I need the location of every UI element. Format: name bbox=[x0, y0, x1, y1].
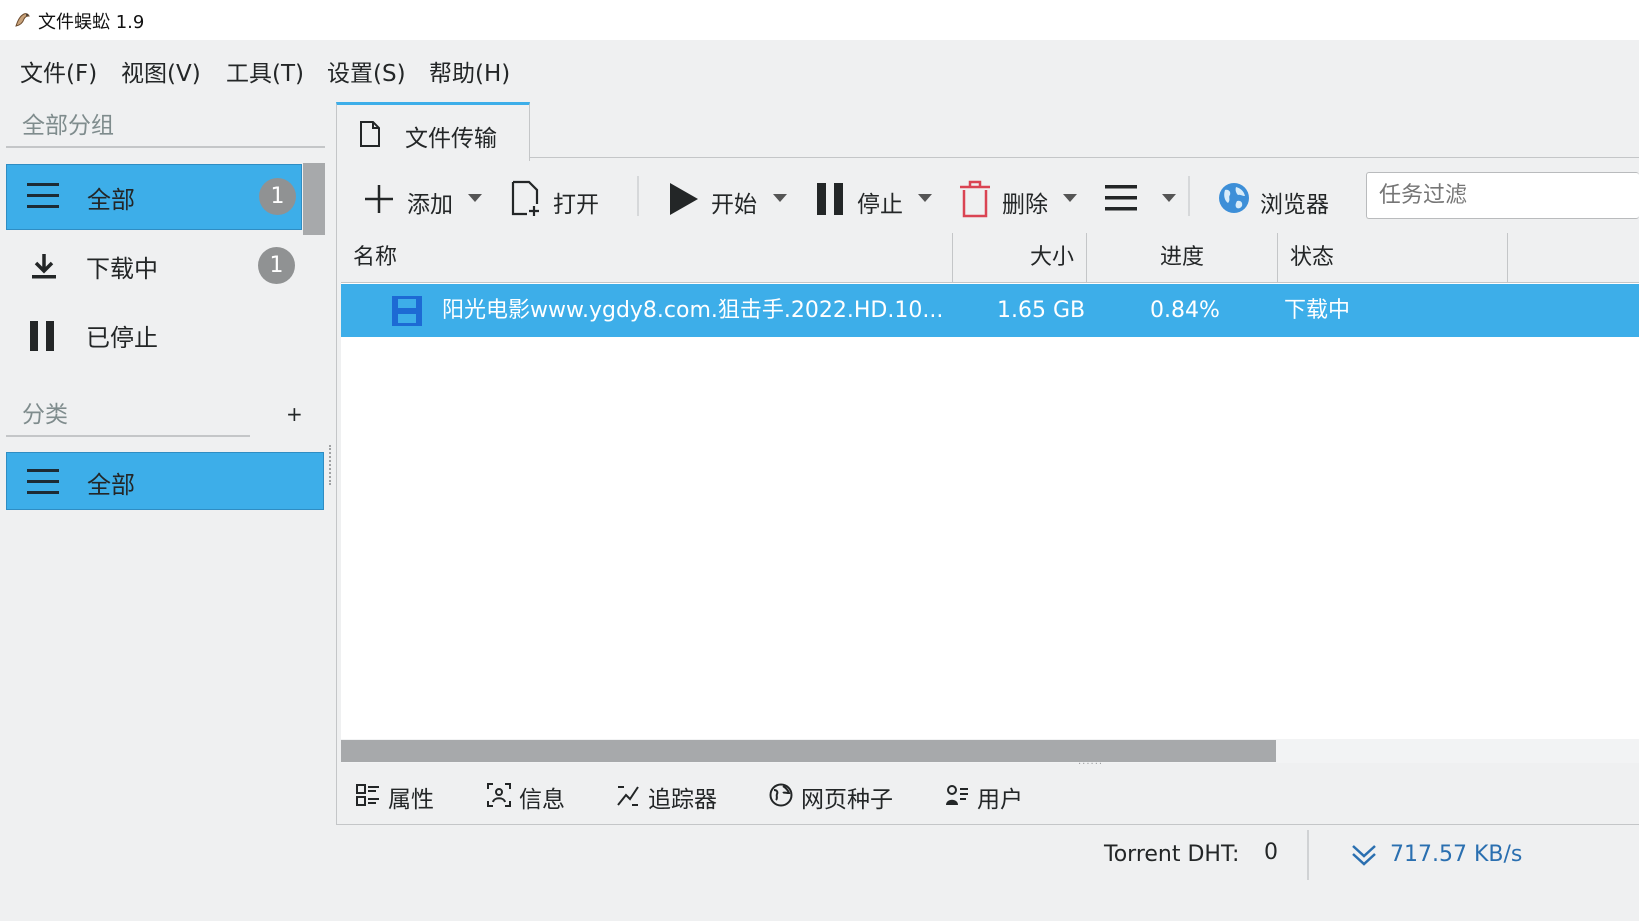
pause-icon bbox=[30, 321, 54, 351]
stop-button[interactable]: 停止 bbox=[816, 180, 936, 220]
chevron-down-icon bbox=[918, 194, 932, 202]
count-badge: 1 bbox=[258, 247, 295, 284]
sidebar-scrollbar[interactable] bbox=[303, 163, 325, 235]
cell-name: 阳光电影www.ygdy8.com.狙击手.2022.HD.10... bbox=[442, 298, 944, 323]
category-item-label: 全部 bbox=[87, 471, 135, 499]
open-button[interactable]: 打开 bbox=[511, 180, 611, 220]
groups-divider bbox=[6, 146, 325, 148]
categories-title: 分类 bbox=[22, 402, 68, 428]
sidebar-item-label: 全部 bbox=[87, 186, 135, 214]
cell-progress: 0.84% bbox=[1150, 298, 1220, 323]
dht-value: 0 bbox=[1264, 840, 1278, 865]
table-header: 名称 大小 进度 状态 bbox=[341, 233, 1639, 283]
globe-icon bbox=[769, 783, 793, 807]
hamburger-icon bbox=[27, 469, 63, 497]
add-button[interactable]: 添加 bbox=[364, 180, 484, 220]
sidebar-item-stopped[interactable]: 已停止 bbox=[6, 303, 300, 367]
more-menu-button[interactable] bbox=[1104, 180, 1180, 220]
open-label: 打开 bbox=[553, 192, 599, 218]
tab-label: 文件传输 bbox=[405, 126, 497, 152]
tab-label: 追踪器 bbox=[648, 787, 717, 813]
play-icon bbox=[670, 183, 698, 215]
download-speed: 717.57 KB/s bbox=[1390, 842, 1523, 867]
chevron-down-icon bbox=[1162, 194, 1176, 202]
table-row[interactable]: 阳光电影www.ygdy8.com.狙击手.2022.HD.10... 1.65… bbox=[341, 284, 1639, 337]
groups-title: 全部分组 bbox=[22, 113, 114, 139]
plus-icon bbox=[365, 185, 393, 213]
list-menu-icon bbox=[1105, 185, 1137, 211]
delete-button[interactable]: 删除 bbox=[958, 180, 1080, 220]
window-title: 文件蜈蚣 1.9 bbox=[38, 12, 145, 33]
delete-label: 删除 bbox=[1002, 192, 1048, 218]
open-file-icon bbox=[511, 180, 539, 216]
column-header-status[interactable]: 状态 bbox=[1278, 233, 1508, 282]
scrollbar-thumb[interactable] bbox=[341, 740, 1276, 762]
start-button[interactable]: 开始 bbox=[668, 180, 790, 220]
count-badge: 1 bbox=[259, 178, 296, 215]
download-icon bbox=[32, 254, 56, 279]
add-label: 添加 bbox=[407, 192, 453, 218]
chevron-down-icon bbox=[773, 194, 787, 202]
sidebar-item-label: 下载中 bbox=[86, 255, 158, 283]
hamburger-icon bbox=[27, 183, 63, 211]
properties-icon bbox=[356, 784, 379, 806]
pause-icon bbox=[817, 183, 843, 215]
browser-button[interactable]: 浏览器 bbox=[1218, 180, 1338, 220]
cell-size: 1.65 GB bbox=[997, 298, 1086, 323]
title-bar bbox=[0, 0, 1639, 40]
toolbar-separator bbox=[1188, 176, 1190, 216]
menu-help[interactable]: 帮助(H) bbox=[429, 54, 510, 88]
stop-label: 停止 bbox=[857, 192, 903, 218]
menu-file[interactable]: 文件(F) bbox=[20, 54, 97, 88]
chevron-down-icon bbox=[1063, 194, 1077, 202]
tab-label: 网页种子 bbox=[801, 787, 893, 813]
dht-label: Torrent DHT: bbox=[1104, 842, 1240, 867]
sidebar-item-downloading[interactable]: 下载中 1 bbox=[6, 234, 300, 298]
menu-tools[interactable]: 工具(T) bbox=[226, 54, 304, 88]
toolbar-separator bbox=[637, 176, 639, 216]
categories-divider bbox=[6, 435, 250, 437]
menu-settings[interactable]: 设置(S) bbox=[327, 54, 406, 88]
chevron-down-icon bbox=[468, 194, 482, 202]
tab-label: 信息 bbox=[519, 787, 565, 813]
tab-label: 属性 bbox=[388, 787, 434, 813]
menu-view[interactable]: 视图(V) bbox=[121, 54, 201, 88]
tab-label: 用户 bbox=[977, 787, 1023, 813]
tracker-icon bbox=[617, 786, 639, 806]
column-header-size[interactable]: 大小 bbox=[953, 233, 1087, 282]
status-separator bbox=[1307, 830, 1309, 880]
video-file-icon bbox=[392, 296, 422, 326]
task-filter-input[interactable] bbox=[1366, 172, 1639, 219]
column-header-name[interactable]: 名称 bbox=[341, 233, 953, 282]
splitter-handle[interactable] bbox=[329, 445, 334, 485]
globe-icon bbox=[1219, 183, 1249, 213]
trash-icon bbox=[960, 180, 990, 218]
download-speed-icon bbox=[1352, 845, 1376, 866]
resize-grip[interactable]: ······ bbox=[1078, 759, 1103, 770]
column-header-progress[interactable]: 进度 bbox=[1087, 233, 1278, 282]
users-icon bbox=[946, 785, 968, 805]
tab-file-transfer[interactable]: 文件传输 bbox=[336, 102, 530, 161]
sidebar-item-all[interactable]: 全部 1 bbox=[6, 164, 302, 230]
add-category-button[interactable]: + bbox=[286, 402, 303, 426]
category-item-all[interactable]: 全部 bbox=[6, 452, 324, 510]
document-icon bbox=[360, 121, 380, 147]
browser-label: 浏览器 bbox=[1260, 192, 1329, 218]
cell-status: 下载中 bbox=[1284, 298, 1351, 323]
start-label: 开始 bbox=[711, 192, 757, 218]
app-logo-icon bbox=[15, 13, 30, 27]
info-icon bbox=[487, 783, 511, 807]
sidebar-item-label: 已停止 bbox=[86, 324, 158, 352]
menu-bar: 文件(F) 视图(V) 工具(T) 设置(S) 帮助(H) bbox=[0, 40, 1639, 96]
